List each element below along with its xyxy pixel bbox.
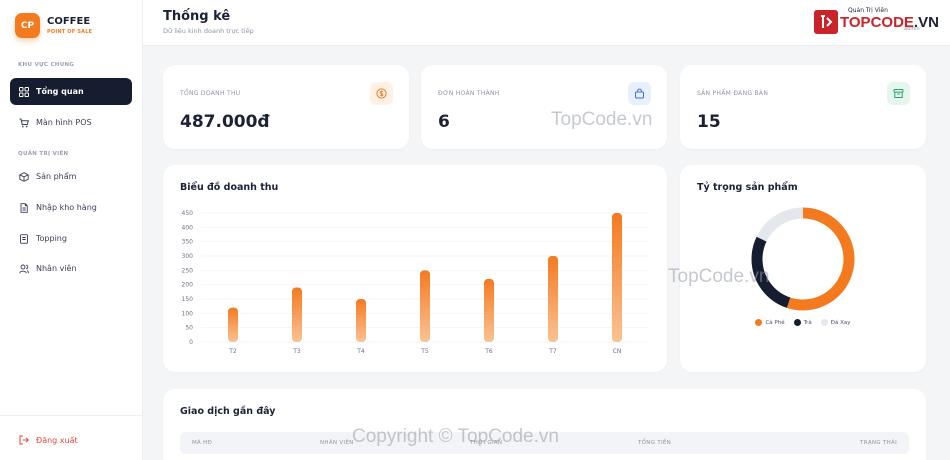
stat-card-orders: ĐƠN HOÀN THÀNH 6 bbox=[421, 65, 667, 149]
column-header-total[interactable]: TỔNG TIỀN bbox=[638, 440, 671, 446]
y-tick-label: 300 bbox=[182, 253, 194, 260]
file-icon bbox=[19, 202, 29, 213]
sidebar-divider bbox=[0, 415, 143, 416]
x-tick-label: T6 bbox=[484, 348, 493, 355]
legend-dot bbox=[820, 319, 828, 326]
logout-button[interactable]: Đăng xuất bbox=[10, 428, 132, 452]
stat-value: 15 bbox=[697, 112, 721, 132]
y-tick-label: 350 bbox=[182, 239, 194, 246]
sidebar-item-import[interactable]: Nhập kho hàng bbox=[10, 194, 132, 221]
x-tick-label: T4 bbox=[356, 348, 365, 355]
column-header-time[interactable]: THỜI GIAN bbox=[470, 440, 502, 446]
sidebar-item-label: Sản phẩm bbox=[36, 172, 77, 181]
brand[interactable]: CP COFFEE POINT OF SALE bbox=[15, 13, 92, 38]
table-header: MÃ HĐ NHÂN VIÊN THỜI GIAN TỔNG TIỀN TRẠN… bbox=[180, 432, 909, 454]
sidebar-item-label: Màn hình POS bbox=[36, 118, 92, 127]
stat-label: TỔNG DOANH THU bbox=[180, 90, 241, 97]
logout-label: Đăng xuất bbox=[36, 435, 78, 445]
sidebar-item-staff[interactable]: Nhân viên bbox=[10, 255, 132, 282]
legend-label: Trà bbox=[803, 319, 812, 326]
doc-icon bbox=[19, 233, 29, 244]
legend-dot bbox=[793, 319, 801, 326]
stat-value: 6 bbox=[438, 112, 450, 132]
y-tick-label: 100 bbox=[182, 310, 194, 317]
y-tick-label: 0 bbox=[189, 339, 193, 346]
revenue-bar-chart: 0 50 100 150 200 250 300 350 400 450 T2 T3 T4 T5 T6 T7 C… bbox=[182, 210, 649, 355]
bar-t6[interactable] bbox=[484, 278, 494, 342]
legend-dot bbox=[755, 319, 763, 326]
archive-icon bbox=[887, 82, 910, 105]
bar-t2[interactable] bbox=[228, 307, 238, 342]
y-tick-label: 200 bbox=[182, 282, 194, 289]
legend-label: Cà Phê bbox=[765, 319, 785, 326]
legend-item[interactable]: Trà bbox=[793, 319, 812, 326]
column-header-staff[interactable]: NHÂN VIÊN bbox=[320, 440, 354, 446]
stat-value: 487.000đ bbox=[180, 112, 270, 132]
topcode-badge-icon bbox=[814, 10, 838, 34]
stat-label: ĐƠN HOÀN THÀNH bbox=[438, 90, 500, 97]
legend-item[interactable]: Cà Phê bbox=[755, 319, 785, 326]
sidebar: CP COFFEE POINT OF SALE KHU VỰC CHUNG Tổ… bbox=[0, 0, 143, 460]
page-subtitle: Dữ liệu kinh doanh trực tiếp bbox=[163, 27, 254, 35]
x-tick-label: T5 bbox=[420, 348, 429, 355]
bar-t4[interactable] bbox=[356, 299, 366, 342]
topcode-logo-text: TOPCODE bbox=[840, 13, 914, 31]
bar-cn[interactable] bbox=[612, 213, 622, 342]
donut-legend: Cà Phê Trà Đá Xay bbox=[680, 319, 926, 326]
x-tick-label: CN bbox=[613, 348, 622, 355]
bar-t5[interactable] bbox=[420, 270, 430, 342]
product-share-donut-chart bbox=[751, 207, 855, 311]
sidebar-item-label: Topping bbox=[36, 234, 67, 243]
stat-card-revenue: TỔNG DOANH THU 487.000đ bbox=[163, 65, 409, 149]
y-tick-label: 150 bbox=[182, 296, 194, 303]
column-header-status[interactable]: TRẠNG THÁI bbox=[860, 440, 897, 446]
sidebar-item-label: Tổng quan bbox=[36, 87, 84, 96]
sidebar-item-pos[interactable]: Màn hình POS bbox=[10, 109, 132, 136]
y-tick-label: 400 bbox=[182, 224, 194, 231]
stat-label: SẢN PHẨM ĐANG BÁN bbox=[697, 90, 769, 97]
legend-item[interactable]: Đá Xay bbox=[820, 319, 851, 326]
logout-icon bbox=[19, 435, 29, 445]
sidebar-item-products[interactable]: Sản phẩm bbox=[10, 163, 132, 190]
x-tick-label: T3 bbox=[292, 348, 301, 355]
brand-name: COFFEE bbox=[47, 15, 91, 27]
recent-transactions-card: Giao dịch gần đây MÃ HĐ NHÂN VIÊN THỜI G… bbox=[163, 389, 926, 460]
bar-t3[interactable] bbox=[292, 287, 302, 342]
users-icon bbox=[19, 264, 29, 274]
grid-icon bbox=[19, 86, 29, 97]
y-tick-label: 50 bbox=[185, 325, 193, 332]
y-tick-label: 250 bbox=[182, 267, 194, 274]
transactions-title: Giao dịch gần đây bbox=[180, 406, 276, 417]
x-tick-label: T2 bbox=[228, 348, 237, 355]
section-label-admin: QUẢN TRỊ VIÊN bbox=[18, 151, 69, 157]
user-role: Quản Trị Viên bbox=[848, 7, 888, 14]
user-name: admin bbox=[904, 26, 920, 32]
sidebar-item-topping[interactable]: Topping bbox=[10, 225, 132, 252]
brand-logo: CP bbox=[15, 13, 40, 38]
y-tick-label: 450 bbox=[182, 210, 194, 217]
revenue-chart-card: Biểu đồ doanh thu 0 50 100 150 200 250 300 350 4… bbox=[163, 165, 667, 372]
legend-label: Đá Xay bbox=[830, 319, 851, 326]
cart-icon bbox=[19, 118, 29, 128]
column-header-id[interactable]: MÃ HĐ bbox=[192, 440, 212, 446]
sidebar-item-label: Nhân viên bbox=[36, 264, 77, 273]
user-area[interactable]: TOPCODE.VN Quản Trị Viên admin bbox=[800, 6, 950, 40]
bag-icon bbox=[628, 82, 651, 105]
bar-t7[interactable] bbox=[548, 256, 558, 342]
x-tick-label: T7 bbox=[548, 348, 557, 355]
sidebar-item-label: Nhập kho hàng bbox=[36, 203, 97, 212]
stat-card-products: SẢN PHẨM ĐANG BÁN 15 bbox=[680, 65, 926, 149]
page-title: Thống kê bbox=[163, 9, 231, 24]
header: Thống kê Dữ liệu kinh doanh trực tiếp TO… bbox=[143, 0, 950, 46]
dollar-icon bbox=[370, 82, 393, 105]
box-icon bbox=[19, 171, 29, 182]
product-share-card: Tỷ trọng sản phẩm Cà Phê Trà Đá Xay bbox=[680, 165, 926, 372]
brand-subtitle: POINT OF SALE bbox=[47, 28, 93, 35]
sidebar-item-overview[interactable]: Tổng quan bbox=[10, 78, 132, 105]
section-label-general: KHU VỰC CHUNG bbox=[18, 62, 75, 68]
